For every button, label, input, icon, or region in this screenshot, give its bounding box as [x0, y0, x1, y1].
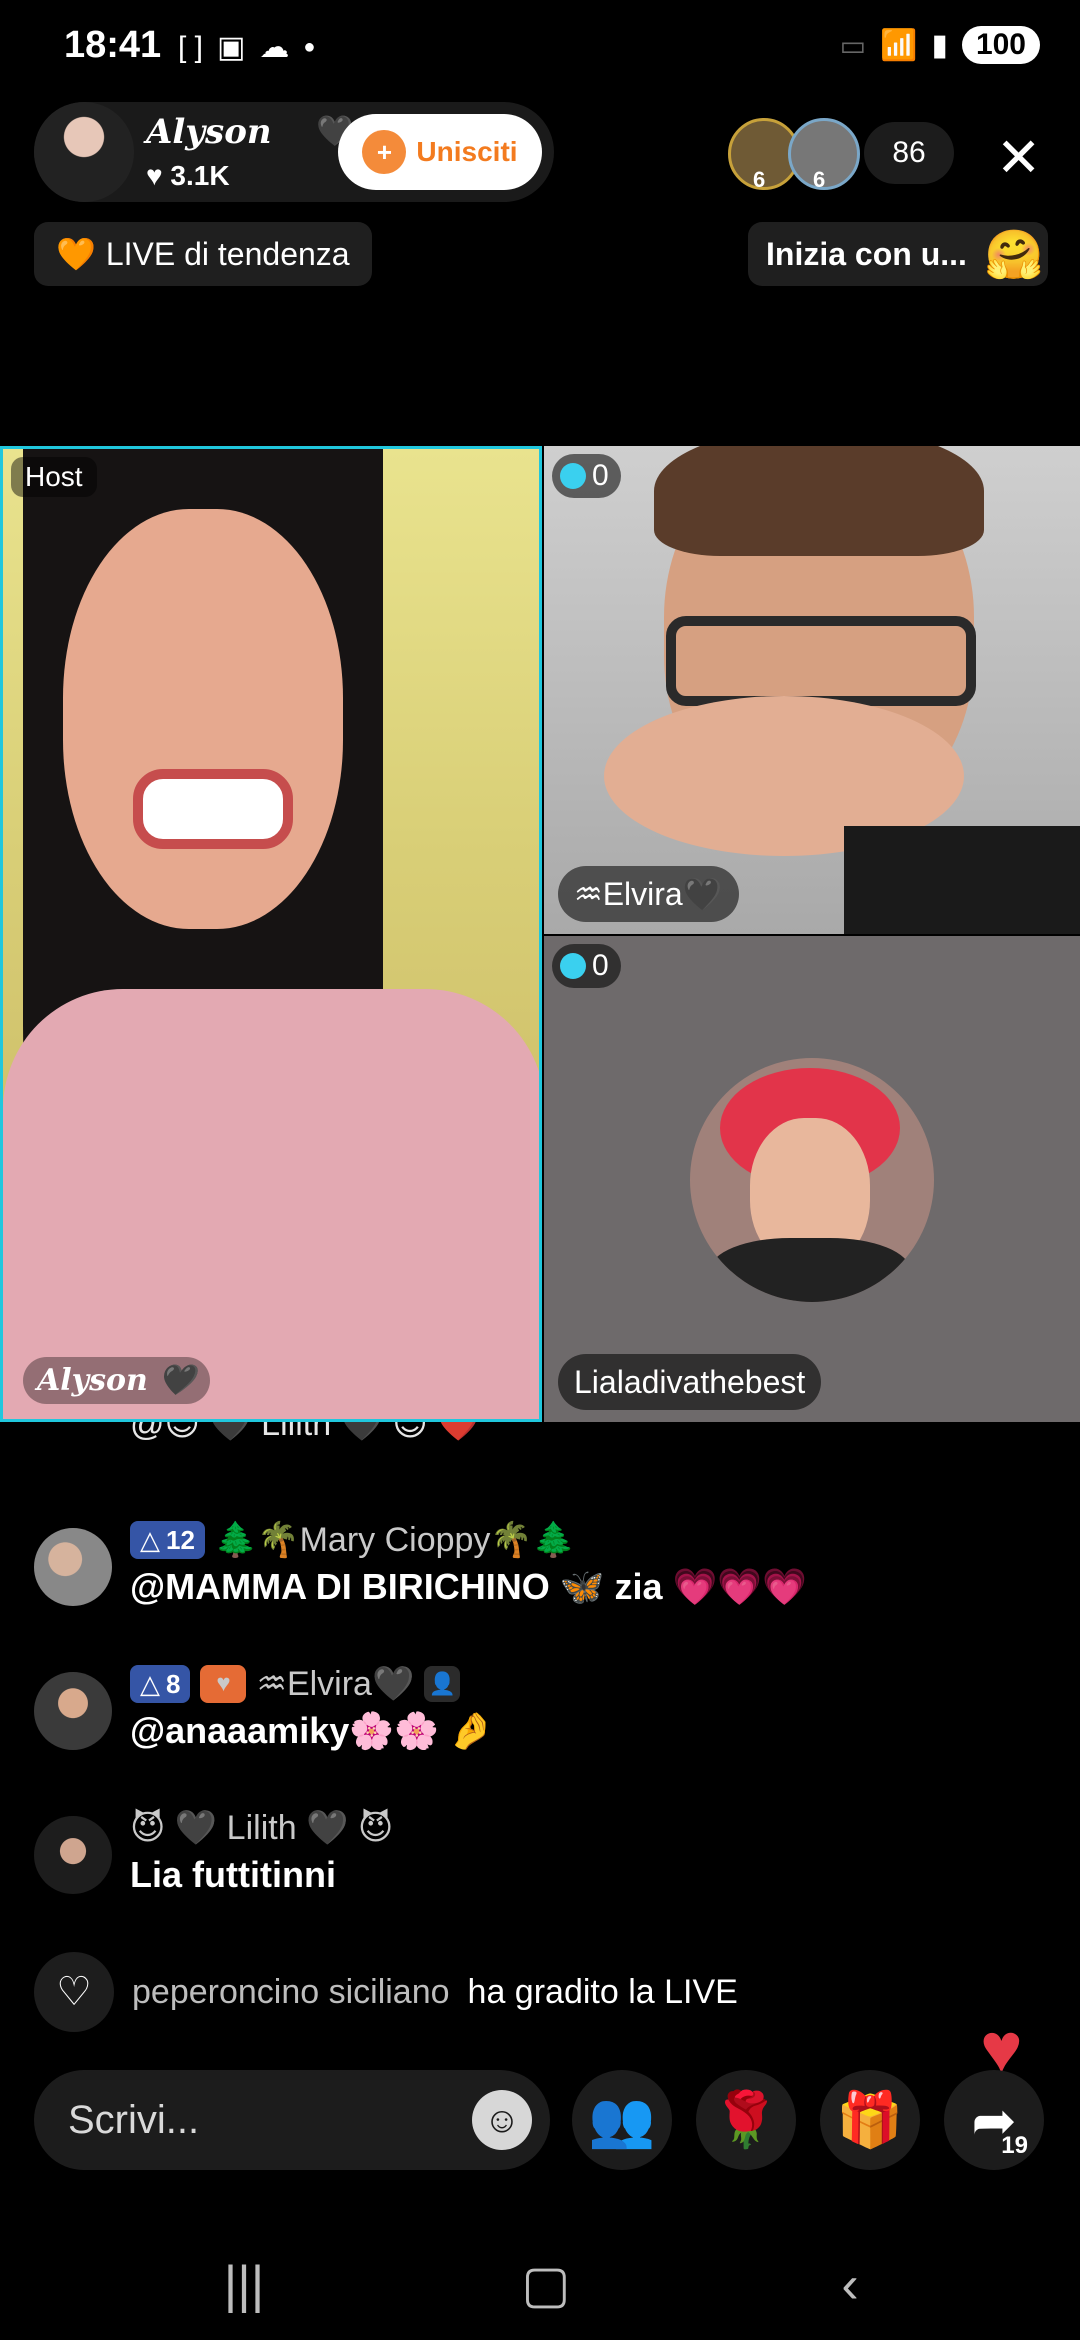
join-label: Unisciti — [416, 136, 518, 167]
wifi-icon: 📶 — [880, 28, 918, 62]
chat-list[interactable]: @😈 🖤 Lilith 🖤 😈 ❤️ △ 12 🌲🌴Mary Cioppy🌴🌲 … — [0, 1422, 1080, 1962]
host-signature: Alyson 🖤 — [23, 1357, 210, 1404]
recent-apps-icon[interactable]: ||| — [184, 2230, 304, 2340]
host-video-face — [63, 509, 343, 929]
liked-user[interactable]: peperoncino siciliano — [132, 1973, 450, 2012]
gift-icon: 🎁 — [836, 2089, 904, 2150]
chat-meta: △ 12 🌲🌴Mary Cioppy🌴🌲 — [130, 1516, 575, 1564]
level-badge: △ 8 — [130, 1665, 191, 1703]
share-count: 19 — [1001, 2132, 1028, 2159]
inizia-chip[interactable]: Inizia con u... 🤗 — [748, 222, 1048, 286]
status-time: 18:41 — [64, 24, 162, 66]
battery-indicator: 100 — [961, 26, 1040, 64]
guest-video-liala[interactable]: 0 Lialadivathebest — [544, 936, 1080, 1422]
chat-user[interactable]: 😈 🖤 Lilith 🖤 😈 — [130, 1808, 393, 1848]
chat-meta: 😈 🖤 Lilith 🖤 😈 — [130, 1804, 393, 1852]
status-bar: 18:41 [ ] ▣ ☁ ● ▭ 📶 ▮ 100 — [0, 0, 1080, 100]
system-navigation: ||| ▢ ‹ — [0, 2230, 1080, 2340]
back-icon[interactable]: ‹ — [790, 2230, 910, 2340]
guest-video-elvira[interactable]: 0 ♒Elvira🖤 — [544, 446, 1080, 934]
chat-text: @anaaamiky🌸🌸 🤌 — [130, 1710, 494, 1751]
level-number: 12 — [166, 1524, 195, 1555]
join-button[interactable]: + Unisciti — [338, 114, 542, 190]
chat-avatar[interactable] — [34, 1816, 112, 1894]
triangle-icon: △ — [140, 1668, 160, 1699]
chat-meta: △ 8 ♥ ♒Elvira🖤 👤 — [130, 1660, 461, 1708]
viewer-avatar[interactable]: 6 — [788, 118, 860, 192]
coin-icon — [560, 463, 586, 489]
cast-icon: ▭ — [839, 29, 867, 61]
elvira-coin-count: 0 — [592, 459, 609, 492]
chat-avatar[interactable] — [34, 1528, 112, 1606]
weather-icon: ☁ — [259, 31, 290, 64]
people-icon: 👥 — [588, 2089, 656, 2150]
elvira-video-shirt — [844, 826, 1080, 934]
host-likes: ♥ 3.1K — [146, 160, 230, 192]
bracket-icon: [ ] — [178, 30, 204, 64]
home-icon[interactable]: ▢ — [486, 2230, 606, 2340]
host-chip[interactable]: Alyson 🖤 ♥ 3.1K + Unisciti — [34, 102, 554, 202]
elvira-coins: 0 — [552, 454, 621, 498]
triangle-icon: △ — [140, 1524, 160, 1555]
dark-heart-icon: 🖤 — [158, 1363, 196, 1398]
hug-emoji-icon: 🤗 — [984, 229, 1044, 282]
liala-avatar[interactable] — [690, 1058, 934, 1302]
liked-text: ha gradito la LIVE — [467, 1972, 738, 2011]
coin-icon — [560, 953, 586, 979]
host-likes-count: 3.1K — [170, 160, 230, 191]
viewer-badge: 6 — [753, 167, 766, 192]
rose-icon: 🌹 — [712, 2089, 780, 2150]
elvira-video-glasses — [666, 616, 976, 706]
viewer-badge: 6 — [813, 167, 826, 192]
viewer-count[interactable]: 86 — [864, 122, 954, 184]
liala-coin-count: 0 — [592, 949, 609, 982]
host-video[interactable]: Host Alyson 🖤 — [0, 446, 542, 1422]
inizia-label: Inizia con u... — [766, 235, 967, 272]
chat-user[interactable]: ♒Elvira🖤 — [256, 1664, 414, 1704]
liked-notice: ♡ peperoncino siciliano ha gradito la LI… — [34, 1952, 738, 2032]
heart-icon: ♥ — [146, 160, 163, 191]
status-right: ▭ 📶 ▮ 100 — [840, 26, 1040, 64]
dot-icon: ● — [303, 36, 316, 58]
liala-name[interactable]: Lialadivathebest — [558, 1354, 822, 1410]
host-name: Alyson — [146, 112, 272, 152]
screen-icon: ▣ — [217, 31, 246, 64]
status-icons: [ ] ▣ ☁ ● — [178, 30, 315, 65]
gift-button[interactable]: 🎁 — [820, 2070, 920, 2170]
level-number: 8 — [166, 1668, 181, 1699]
host-signature-text: Alyson — [37, 1363, 148, 1398]
elvira-name[interactable]: ♒Elvira🖤 — [558, 866, 739, 922]
chat-text: @MAMMA DI BIRICHINO 🦋 zia 💗💗💗 — [130, 1566, 808, 1607]
rose-button[interactable]: 🌹 — [696, 2070, 796, 2170]
chat-partial-line: @😈 🖤 Lilith 🖤 😈 ❤️ — [130, 1422, 480, 1443]
chat-avatar[interactable] — [34, 1672, 112, 1750]
guests-button[interactable]: 👥 — [572, 2070, 672, 2170]
host-tag: Host — [11, 457, 97, 497]
follow-user-icon: 👤 — [424, 1666, 461, 1702]
comment-input[interactable]: Scrivi... ☺ — [34, 2070, 550, 2170]
level-badge: △ 12 — [130, 1521, 205, 1559]
viewers-group[interactable]: 6 6 86 — [728, 118, 954, 192]
comment-placeholder: Scrivi... — [68, 2097, 200, 2142]
fan-badge-icon: ♥ — [200, 1665, 247, 1703]
chat-user[interactable]: 🌲🌴Mary Cioppy🌴🌲 — [215, 1520, 575, 1560]
join-heart-icon: + — [362, 130, 407, 174]
trending-label: LIVE di tendenza — [105, 235, 350, 272]
host-avatar[interactable] — [34, 102, 134, 202]
elvira-video-hair — [654, 446, 984, 556]
liala-avatar-body — [710, 1238, 910, 1302]
orange-heart-icon: 🧡 — [56, 236, 96, 272]
emoji-icon[interactable]: ☺ — [472, 2090, 532, 2150]
close-icon[interactable]: ✕ — [996, 126, 1041, 189]
heart-outline-icon[interactable]: ♡ — [34, 1952, 114, 2032]
liala-coins: 0 — [552, 944, 621, 988]
chat-text: Lia futtitinni — [130, 1854, 336, 1895]
signal-icon: ▮ — [931, 28, 948, 62]
host-video-mouth — [133, 769, 293, 849]
trending-chip[interactable]: 🧡 LIVE di tendenza — [34, 222, 372, 286]
share-button[interactable]: ➦ 19 — [944, 2070, 1044, 2170]
